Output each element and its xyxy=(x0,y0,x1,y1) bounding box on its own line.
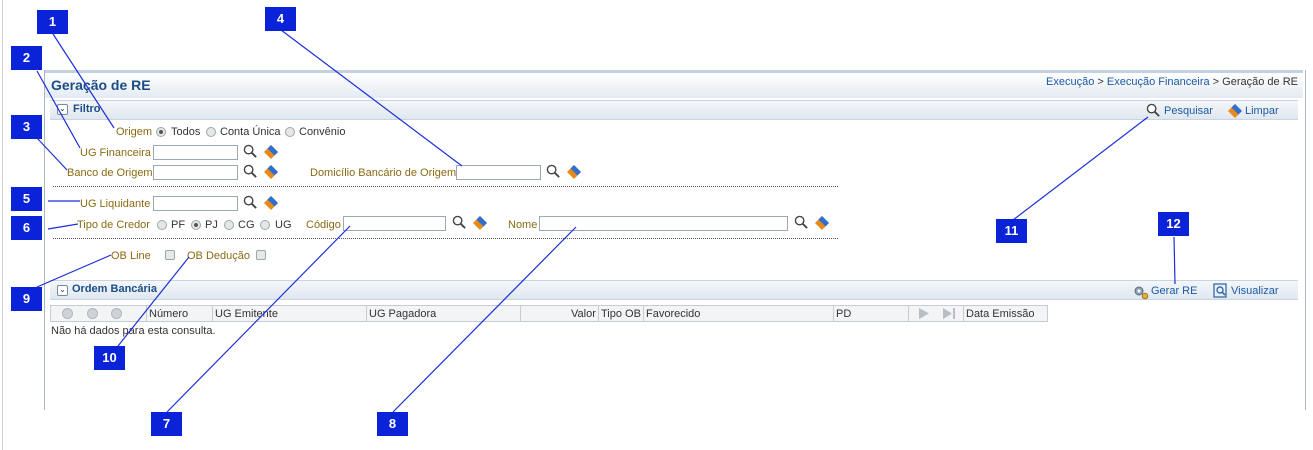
callout-badge: 1 xyxy=(37,10,68,34)
callout-badge: 12 xyxy=(1158,212,1189,236)
callout-badge: 10 xyxy=(94,346,125,370)
callout-badge: 4 xyxy=(265,7,296,31)
leader-line xyxy=(392,226,577,413)
leader-line xyxy=(166,225,351,413)
leader-line xyxy=(47,223,79,230)
leader-line xyxy=(36,254,112,288)
leader-line xyxy=(1012,116,1149,221)
callout-badge: 5 xyxy=(11,187,42,211)
leader-line xyxy=(36,70,81,149)
callout-leader-lines xyxy=(36,29,1176,413)
leader-line xyxy=(117,256,190,347)
callout-badge: 8 xyxy=(377,412,408,436)
callout-badge: 6 xyxy=(11,216,42,240)
leader-line xyxy=(280,29,463,167)
leader-line xyxy=(1173,236,1176,285)
callout-badge: 11 xyxy=(996,219,1027,243)
leader-line xyxy=(52,33,115,129)
callout-badge: 9 xyxy=(11,287,42,311)
leader-line xyxy=(36,137,68,171)
callout-badge: 7 xyxy=(151,412,182,436)
callout-badge: 2 xyxy=(11,46,42,70)
callout-badge: 3 xyxy=(11,115,42,139)
